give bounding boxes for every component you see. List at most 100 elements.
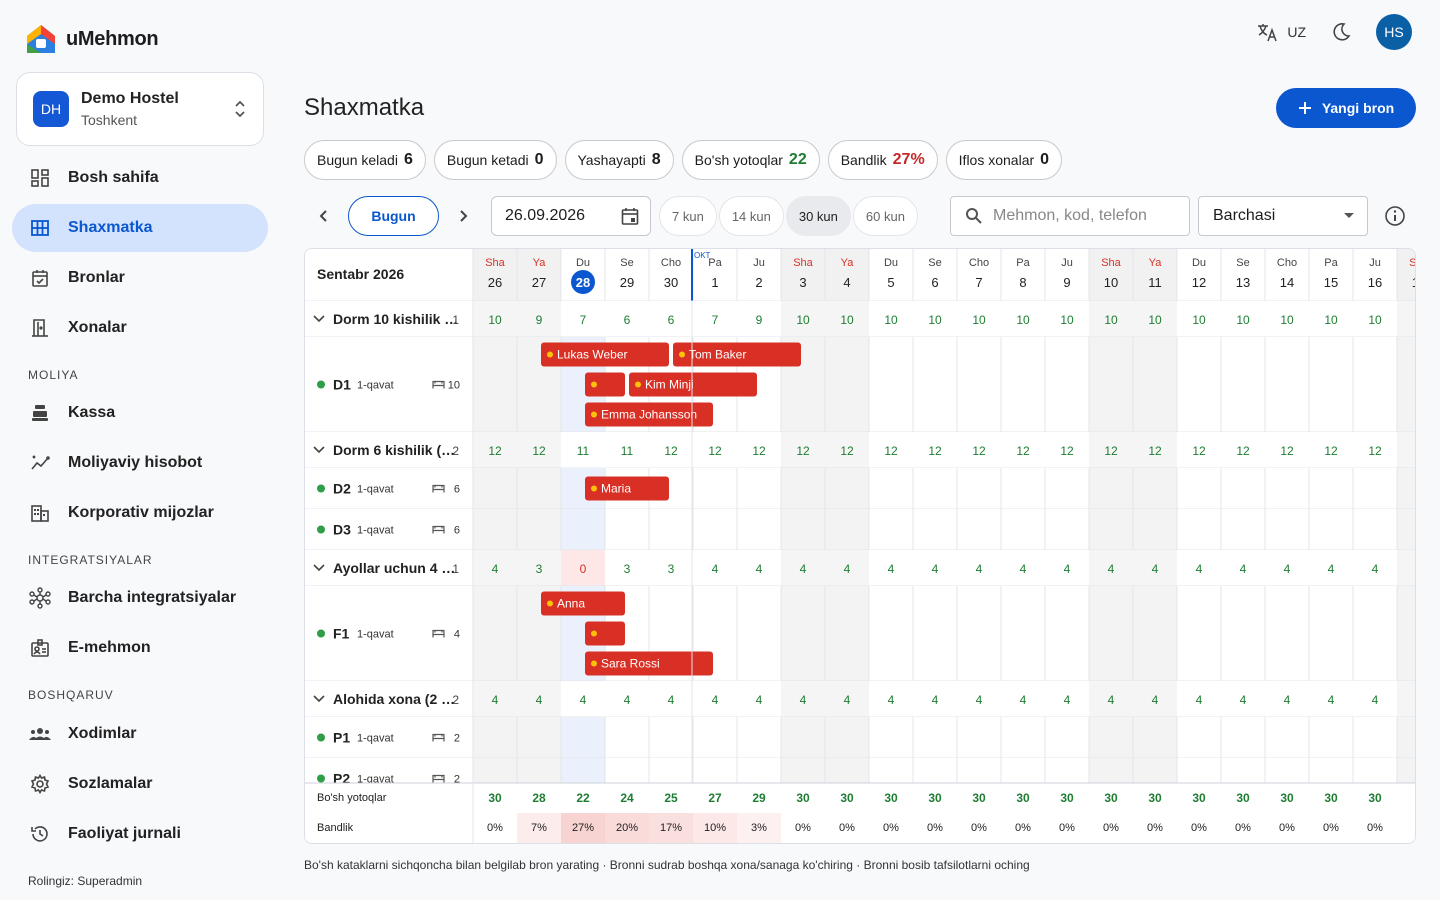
- nav-bronlar[interactable]: Bronlar: [12, 254, 268, 302]
- day-cell[interactable]: [1133, 509, 1177, 550]
- day-cell[interactable]: [781, 509, 825, 550]
- day-cell[interactable]: [1397, 337, 1416, 432]
- day-cell[interactable]: [1221, 586, 1265, 681]
- legend-info-button[interactable]: [1384, 196, 1406, 236]
- day-cell[interactable]: [1001, 586, 1045, 681]
- day-cell[interactable]: [1001, 337, 1045, 432]
- day-cell[interactable]: [1045, 717, 1089, 758]
- day-cell[interactable]: [693, 468, 737, 509]
- day-cell[interactable]: [1309, 509, 1353, 550]
- day-cell[interactable]: [1045, 509, 1089, 550]
- stat-occupancy[interactable]: Bandlik 27%: [827, 140, 938, 180]
- day-cell[interactable]: [957, 468, 1001, 509]
- language-switcher[interactable]: UZ: [1257, 22, 1306, 42]
- day-cell[interactable]: [1089, 586, 1133, 681]
- range-14-days[interactable]: 14 kun: [718, 196, 784, 236]
- day-cell[interactable]: [1045, 586, 1089, 681]
- day-cell[interactable]: [825, 337, 869, 432]
- day-cell[interactable]: [869, 509, 913, 550]
- day-cell[interactable]: [1265, 509, 1309, 550]
- day-cell[interactable]: [605, 509, 649, 550]
- day-cell[interactable]: [825, 509, 869, 550]
- day-cell[interactable]: [561, 717, 605, 758]
- day-cell[interactable]: [649, 717, 693, 758]
- range-30-days[interactable]: 30 kun: [785, 196, 851, 236]
- day-cell[interactable]: [825, 717, 869, 758]
- nav-e-mehmon[interactable]: E-mehmon: [12, 624, 268, 672]
- day-cell[interactable]: [1353, 717, 1397, 758]
- day-cell[interactable]: [1045, 468, 1089, 509]
- day-cell[interactable]: [1353, 586, 1397, 681]
- next-period-button[interactable]: [455, 196, 471, 236]
- day-cell[interactable]: [1265, 337, 1309, 432]
- user-avatar[interactable]: HS: [1376, 14, 1412, 50]
- nav-bosh-sahifa[interactable]: Bosh sahifa: [12, 154, 268, 202]
- day-cell[interactable]: [1309, 717, 1353, 758]
- day-cell[interactable]: [1353, 337, 1397, 432]
- day-cell[interactable]: [517, 717, 561, 758]
- day-cell[interactable]: [473, 717, 517, 758]
- nav-xonalar[interactable]: Xonalar: [12, 304, 268, 352]
- nav-korporativ-mijozlar[interactable]: Korporativ mijozlar: [12, 489, 268, 537]
- day-cell[interactable]: [473, 337, 517, 432]
- day-cell[interactable]: [1353, 509, 1397, 550]
- day-cell[interactable]: [1133, 717, 1177, 758]
- day-cell[interactable]: [1221, 337, 1265, 432]
- nav-xodimlar[interactable]: Xodimlar: [12, 710, 268, 758]
- guest-search-input[interactable]: Mehmon, kod, telefon: [950, 196, 1190, 236]
- day-cell[interactable]: [781, 468, 825, 509]
- day-cell[interactable]: [605, 717, 649, 758]
- day-cell[interactable]: [1265, 717, 1309, 758]
- nav-kassa[interactable]: Kassa: [12, 389, 268, 437]
- day-cell[interactable]: [473, 468, 517, 509]
- stat-free-beds[interactable]: Bo'sh yotoqlar 22: [681, 140, 820, 180]
- day-cell[interactable]: [1265, 586, 1309, 681]
- day-cell[interactable]: [1089, 468, 1133, 509]
- day-cell[interactable]: [957, 586, 1001, 681]
- hostel-switcher[interactable]: DH Demo Hostel Toshkent: [16, 72, 264, 146]
- day-cell[interactable]: [1221, 717, 1265, 758]
- day-cell[interactable]: [1133, 586, 1177, 681]
- day-cell[interactable]: [693, 509, 737, 550]
- nav-moliyaviy-hisobot[interactable]: Moliyaviy hisobot: [12, 439, 268, 487]
- stat-in-house[interactable]: Yashayapti 8: [564, 140, 674, 180]
- prev-period-button[interactable]: [316, 196, 332, 236]
- nav-barcha-integratsiyalar[interactable]: Barcha integratsiyalar: [12, 574, 268, 622]
- dark-mode-icon[interactable]: [1330, 21, 1352, 43]
- day-cell[interactable]: [1133, 468, 1177, 509]
- stat-arriving-today[interactable]: Bugun keladi 6: [304, 140, 426, 180]
- range-60-days[interactable]: 60 kun: [852, 196, 918, 236]
- day-cell[interactable]: [1353, 468, 1397, 509]
- day-cell[interactable]: [1221, 468, 1265, 509]
- date-picker-field[interactable]: 26.09.2026: [491, 196, 651, 236]
- day-cell[interactable]: [1397, 509, 1416, 550]
- day-cell[interactable]: [1309, 337, 1353, 432]
- day-cell[interactable]: [1089, 509, 1133, 550]
- nav-sozlamalar[interactable]: Sozlamalar: [12, 760, 268, 808]
- day-cell[interactable]: [561, 509, 605, 550]
- day-cell[interactable]: [781, 717, 825, 758]
- day-cell[interactable]: [517, 509, 561, 550]
- new-booking-button[interactable]: Yangi bron: [1276, 88, 1416, 128]
- day-cell[interactable]: [1045, 337, 1089, 432]
- day-cell[interactable]: [1177, 509, 1221, 550]
- day-cell[interactable]: [1221, 509, 1265, 550]
- day-cell[interactable]: [1397, 717, 1416, 758]
- stat-departing-today[interactable]: Bugun ketadi 0: [433, 140, 557, 180]
- calendar-icon[interactable]: [620, 206, 640, 226]
- day-cell[interactable]: [473, 509, 517, 550]
- day-cell[interactable]: [825, 586, 869, 681]
- day-cell[interactable]: [781, 586, 825, 681]
- day-cell[interactable]: [1001, 468, 1045, 509]
- app-logo[interactable]: uMehmon: [24, 22, 159, 56]
- stat-dirty-rooms[interactable]: Iflos xonalar 0: [945, 140, 1063, 180]
- day-cell[interactable]: [869, 468, 913, 509]
- day-cell[interactable]: [737, 468, 781, 509]
- day-cell[interactable]: [737, 586, 781, 681]
- day-cell[interactable]: [1177, 717, 1221, 758]
- today-button[interactable]: Bugun: [348, 196, 439, 236]
- day-cell[interactable]: [1089, 717, 1133, 758]
- day-cell[interactable]: [1397, 468, 1416, 509]
- day-cell[interactable]: [913, 509, 957, 550]
- nav-faoliyat-jurnali[interactable]: Faoliyat jurnali: [12, 810, 268, 858]
